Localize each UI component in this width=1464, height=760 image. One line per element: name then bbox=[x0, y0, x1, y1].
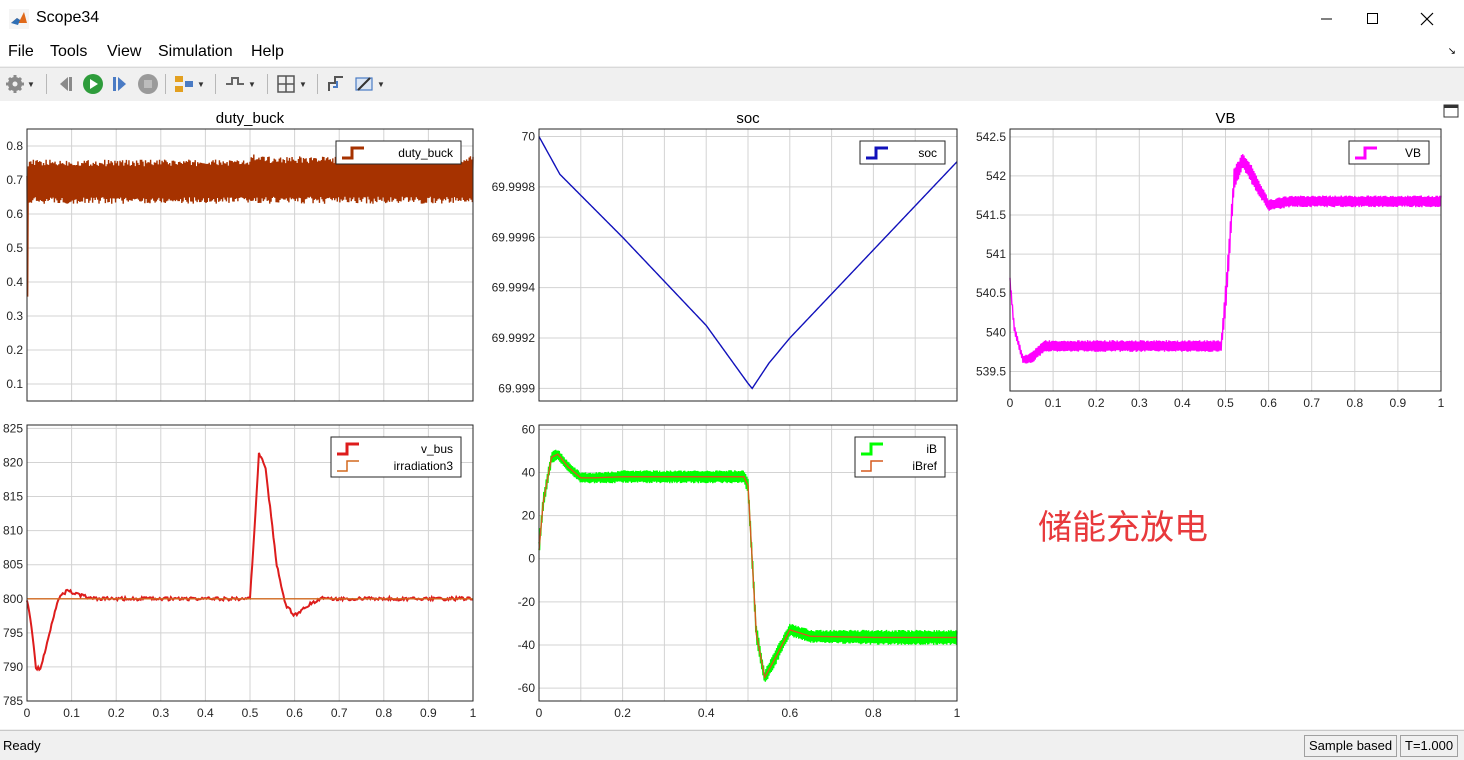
autoscale-button[interactable] bbox=[325, 73, 347, 95]
highlight-icon bbox=[175, 76, 193, 92]
measure-icon bbox=[355, 77, 373, 91]
highlight-button[interactable]: ▼ bbox=[173, 73, 205, 95]
menu-bar: File Tools View Simulation Help ↘ bbox=[0, 38, 1464, 66]
toolbar: ▼ ▼ ▼ ▼ ▼ bbox=[0, 67, 1464, 102]
step-forward-button[interactable] bbox=[109, 73, 131, 95]
minimize-button[interactable] bbox=[1304, 0, 1350, 38]
window-title: Scope34 bbox=[36, 9, 100, 26]
status-ready: Ready bbox=[3, 738, 41, 753]
step-forward-icon bbox=[113, 77, 126, 91]
status-sample-mode: Sample based bbox=[1304, 735, 1398, 757]
autoscale-icon bbox=[328, 76, 343, 91]
stop-button[interactable] bbox=[137, 73, 159, 95]
stop-icon bbox=[138, 74, 158, 94]
zoom-icon bbox=[277, 75, 295, 93]
menu-file[interactable]: File bbox=[8, 43, 34, 61]
menu-tools[interactable]: Tools bbox=[50, 43, 87, 61]
annotation-text: 储能充放电 bbox=[1038, 508, 1208, 548]
menu-help[interactable]: Help bbox=[251, 43, 284, 61]
maximize-button[interactable] bbox=[1350, 0, 1396, 38]
zoom-button[interactable]: ▼ bbox=[275, 73, 307, 95]
step-back-button[interactable] bbox=[55, 73, 77, 95]
step-back-icon bbox=[60, 77, 72, 91]
run-button[interactable] bbox=[82, 73, 104, 95]
close-icon bbox=[1420, 12, 1434, 26]
trigger-button[interactable]: ▼ bbox=[224, 73, 256, 95]
trigger-icon bbox=[226, 77, 244, 85]
undock-icon[interactable] bbox=[1443, 104, 1459, 118]
matlab-icon bbox=[9, 9, 29, 29]
maximize-icon bbox=[1367, 13, 1378, 24]
menu-view[interactable]: View bbox=[107, 43, 141, 61]
dock-arrow-icon[interactable]: ↘ bbox=[1448, 46, 1456, 57]
run-icon bbox=[83, 74, 103, 94]
title-bar: Scope34 bbox=[0, 0, 1464, 38]
measure-button[interactable]: ▼ bbox=[353, 73, 385, 95]
settings-button[interactable]: ▼ bbox=[5, 73, 35, 95]
close-button[interactable] bbox=[1404, 0, 1450, 38]
gear-icon bbox=[6, 75, 24, 93]
status-time: T=1.000 bbox=[1400, 735, 1459, 757]
menu-simulation[interactable]: Simulation bbox=[158, 43, 233, 61]
minimize-icon bbox=[1321, 18, 1332, 20]
status-bar: Ready Sample based T=1.000 bbox=[0, 730, 1464, 760]
plot-area bbox=[0, 101, 1464, 729]
